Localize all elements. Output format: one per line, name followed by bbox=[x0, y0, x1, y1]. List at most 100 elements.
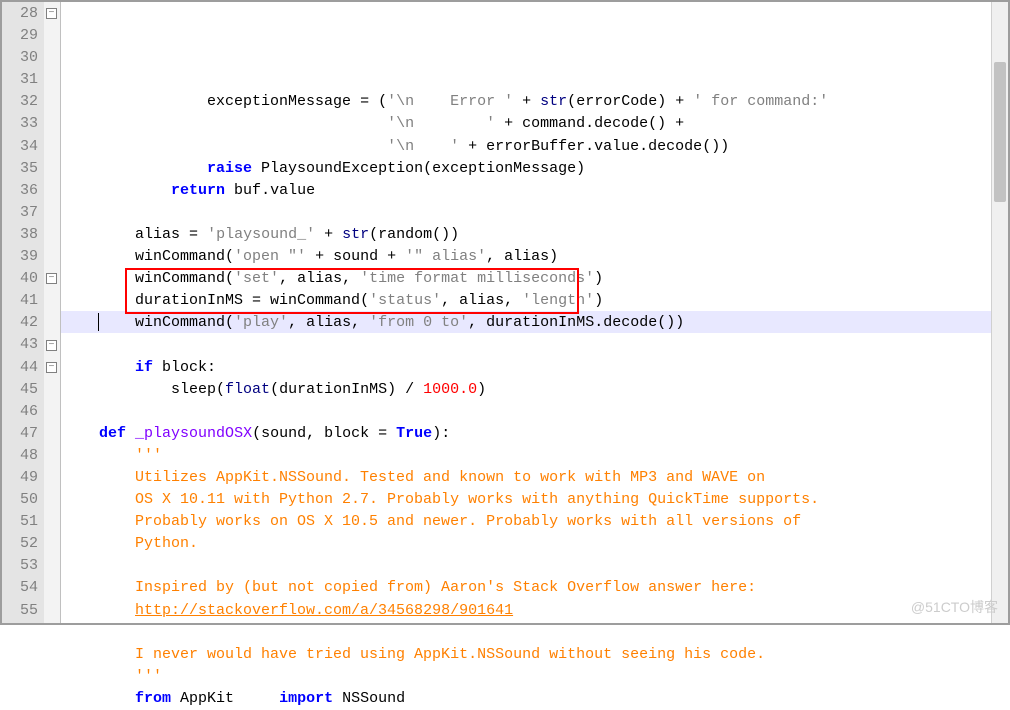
token: () bbox=[648, 115, 666, 132]
code-line[interactable] bbox=[63, 202, 1008, 224]
code-line[interactable]: return buf.value bbox=[63, 180, 1008, 202]
token: exceptionMessage bbox=[432, 160, 576, 177]
line-number: 55 bbox=[2, 600, 38, 622]
token: ) bbox=[549, 248, 558, 265]
code-area[interactable]: exceptionMessage = ('\n Error ' + str(er… bbox=[61, 2, 1008, 623]
code-line[interactable]: Python. bbox=[63, 533, 1008, 555]
token bbox=[63, 447, 135, 464]
token: buf bbox=[225, 182, 261, 199]
token: ' for command:' bbox=[693, 93, 828, 110]
token bbox=[63, 425, 99, 442]
code-line[interactable]: ''' bbox=[63, 666, 1008, 688]
token: + bbox=[666, 93, 693, 110]
token: ) bbox=[594, 292, 603, 309]
token: , bbox=[504, 292, 513, 309]
token: , bbox=[342, 270, 351, 287]
code-line[interactable]: OS X 10.11 with Python 2.7. Probably wor… bbox=[63, 489, 1008, 511]
line-number: 46 bbox=[2, 401, 38, 423]
code-line[interactable]: Utilizes AppKit.NSSound. Tested and know… bbox=[63, 467, 1008, 489]
code-line[interactable]: winCommand('set', alias, 'time format mi… bbox=[63, 268, 1008, 290]
code-editor[interactable]: 2829303132333435363738394041424344454647… bbox=[2, 2, 1008, 623]
line-number: 50 bbox=[2, 489, 38, 511]
token: 'status' bbox=[369, 292, 441, 309]
token: ( bbox=[369, 226, 378, 243]
token: from bbox=[135, 690, 171, 707]
token: I never would have tried using AppKit.NS… bbox=[63, 646, 765, 663]
code-line[interactable]: from AppKit import NSSound bbox=[63, 688, 1008, 710]
token: . bbox=[261, 182, 270, 199]
code-line[interactable]: winCommand('play', alias, 'from 0 to', d… bbox=[63, 312, 1008, 334]
token: , bbox=[279, 270, 288, 287]
token bbox=[63, 160, 207, 177]
fold-toggle-icon[interactable]: − bbox=[46, 340, 57, 351]
token: . bbox=[639, 138, 648, 155]
code-line[interactable]: raise PlaysoundException(exceptionMessag… bbox=[63, 158, 1008, 180]
fold-margin[interactable]: − − − − bbox=[44, 2, 61, 623]
code-line[interactable]: ''' bbox=[63, 445, 1008, 467]
code-line[interactable]: def _playsoundOSX(sound, block = True): bbox=[63, 423, 1008, 445]
token: sound bbox=[261, 425, 306, 442]
token: alias bbox=[495, 248, 549, 265]
token: alias bbox=[288, 270, 342, 287]
token: command bbox=[522, 115, 585, 132]
token: decode bbox=[648, 138, 702, 155]
line-number: 40 bbox=[2, 268, 38, 290]
token: str bbox=[342, 226, 369, 243]
token: . bbox=[594, 314, 603, 331]
line-number: 54 bbox=[2, 577, 38, 599]
token: ( bbox=[378, 93, 387, 110]
code-line[interactable]: winCommand('open "' + sound + '" alias',… bbox=[63, 246, 1008, 268]
code-line[interactable]: sleep(float(durationInMS) / 1000.0) bbox=[63, 379, 1008, 401]
line-number: 39 bbox=[2, 246, 38, 268]
code-line[interactable] bbox=[63, 555, 1008, 577]
token bbox=[126, 425, 135, 442]
token: ''' bbox=[135, 447, 162, 464]
token: ( bbox=[270, 381, 279, 398]
token bbox=[351, 270, 360, 287]
fold-toggle-icon[interactable]: − bbox=[46, 362, 57, 373]
code-line[interactable]: exceptionMessage = ('\n Error ' + str(er… bbox=[63, 91, 1008, 113]
code-line[interactable]: http://stackoverflow.com/a/34568298/9016… bbox=[63, 600, 1008, 622]
token: 'play' bbox=[234, 314, 288, 331]
token: float bbox=[225, 381, 270, 398]
token: ( bbox=[252, 425, 261, 442]
fold-toggle-icon[interactable]: − bbox=[46, 8, 57, 19]
token: ( bbox=[216, 381, 225, 398]
code-line[interactable]: I never would have tried using AppKit.NS… bbox=[63, 644, 1008, 666]
token: value bbox=[594, 138, 639, 155]
token: ) bbox=[657, 93, 666, 110]
token: = bbox=[252, 292, 261, 309]
token: ) bbox=[387, 381, 396, 398]
line-number: 38 bbox=[2, 224, 38, 246]
token bbox=[198, 226, 207, 243]
vertical-scrollbar[interactable] bbox=[991, 2, 1008, 623]
code-line[interactable] bbox=[63, 401, 1008, 423]
token: + bbox=[387, 248, 405, 265]
token: ) bbox=[477, 381, 486, 398]
scrollbar-thumb[interactable] bbox=[994, 62, 1006, 202]
code-line[interactable]: '\n ' + command.decode() + bbox=[63, 113, 1008, 135]
watermark: @51CTO博客 bbox=[911, 597, 998, 617]
code-line[interactable]: alias = 'playsound_' + str(random()) bbox=[63, 224, 1008, 246]
code-line[interactable]: Inspired by (but not copied from) Aaron'… bbox=[63, 577, 1008, 599]
line-number: 29 bbox=[2, 25, 38, 47]
code-line[interactable]: durationInMS = winCommand('status', alia… bbox=[63, 290, 1008, 312]
token bbox=[63, 115, 387, 132]
token: + bbox=[666, 115, 684, 132]
token: '\n ' bbox=[387, 138, 459, 155]
fold-toggle-icon[interactable]: − bbox=[46, 273, 57, 284]
line-number-gutter: 2829303132333435363738394041424344454647… bbox=[2, 2, 44, 623]
token: True bbox=[396, 425, 432, 442]
code-line[interactable]: if block: bbox=[63, 357, 1008, 379]
line-number: 37 bbox=[2, 202, 38, 224]
token: def bbox=[99, 425, 126, 442]
token: exceptionMessage bbox=[63, 93, 360, 110]
token: AppKit bbox=[171, 690, 279, 707]
line-number: 51 bbox=[2, 511, 38, 533]
token: , bbox=[441, 292, 450, 309]
token: value bbox=[270, 182, 315, 199]
code-line[interactable]: Probably works on OS X 10.5 and newer. P… bbox=[63, 511, 1008, 533]
code-line[interactable]: '\n ' + errorBuffer.value.decode()) bbox=[63, 136, 1008, 158]
code-line[interactable] bbox=[63, 334, 1008, 356]
token: sound bbox=[333, 248, 387, 265]
